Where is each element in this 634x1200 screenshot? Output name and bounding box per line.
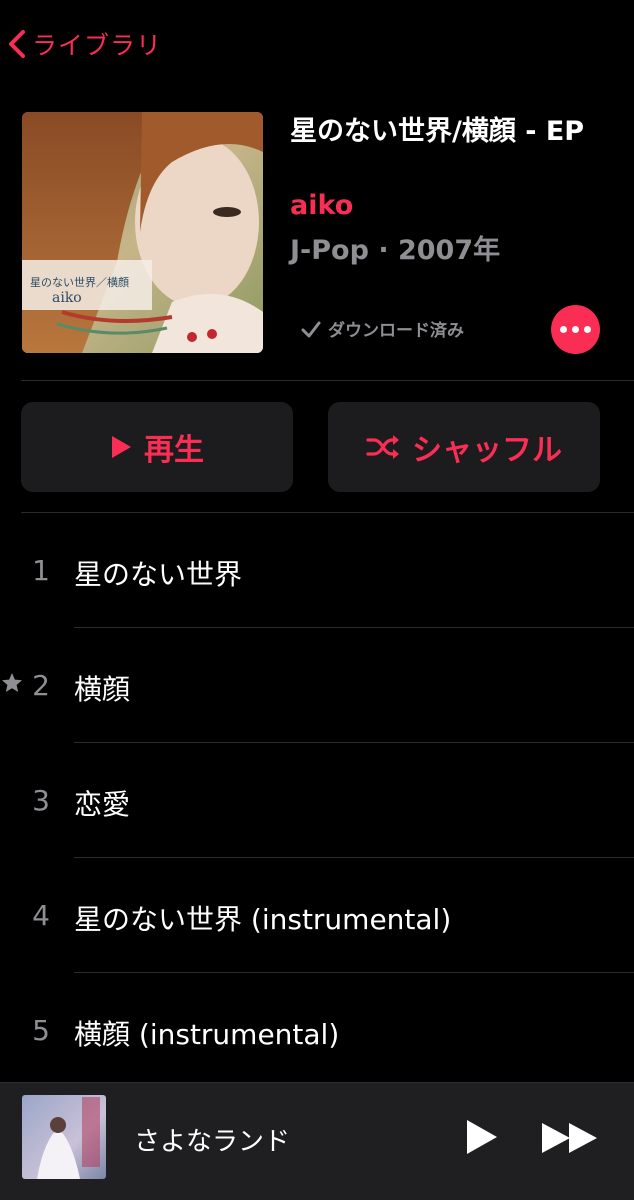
- track-row[interactable]: 3 恋愛: [0, 743, 634, 858]
- play-label: 再生: [144, 433, 204, 468]
- shuffle-button[interactable]: シャッフル: [328, 402, 600, 492]
- checkmark-icon: [301, 321, 321, 337]
- shuffle-label: シャッフル: [412, 433, 562, 468]
- track-number: 4: [32, 899, 50, 932]
- play-button[interactable]: 再生: [21, 402, 293, 492]
- track-number: 3: [32, 784, 50, 817]
- track-row[interactable]: 2 横顔: [0, 628, 634, 743]
- now-playing-title: さよなランド: [134, 1127, 291, 1157]
- star-icon: [2, 673, 22, 692]
- back-label: ライブラリ: [32, 31, 163, 60]
- play-icon[interactable]: [461, 1117, 501, 1157]
- chevron-left-icon: [9, 30, 25, 58]
- track-title: 星のない世界: [74, 558, 243, 591]
- album-artwork: 星のない世界／横顔 aiko: [22, 112, 263, 353]
- album-genre-year: J-Pop · 2007年: [290, 235, 501, 266]
- album-artist-link[interactable]: aiko: [290, 190, 353, 221]
- ellipsis-icon: [560, 326, 567, 333]
- play-icon: [112, 436, 131, 458]
- album-page: ライブラリ 星のない世界／横顔 aiko 星のない世界/横顔 - EP aiko…: [0, 0, 634, 1200]
- artwork-caption: 星のない世界／横顔: [30, 276, 129, 289]
- fast-forward-icon[interactable]: [540, 1119, 600, 1157]
- album-title: 星のない世界/横顔 - EP: [290, 116, 585, 147]
- mini-player[interactable]: さよなランド: [0, 1082, 634, 1200]
- back-button[interactable]: ライブラリ: [4, 24, 162, 64]
- artwork-artist: aiko: [52, 290, 82, 306]
- more-options-button[interactable]: [551, 305, 600, 354]
- track-title: 横顔: [74, 673, 131, 706]
- track-number: 1: [32, 554, 50, 587]
- shuffle-icon: [366, 435, 399, 459]
- track-row[interactable]: 5 横顔 (instrumental): [0, 973, 634, 1088]
- track-title: 横顔 (instrumental): [74, 1018, 340, 1051]
- download-status: ダウンロード済み: [300, 316, 464, 341]
- download-status-label: ダウンロード済み: [328, 321, 464, 341]
- track-title: 恋愛: [74, 788, 131, 821]
- track-row[interactable]: 4 星のない世界 (instrumental): [0, 858, 634, 973]
- track-title: 星のない世界 (instrumental): [74, 903, 452, 936]
- divider: [21, 380, 634, 381]
- track-number: 5: [32, 1014, 50, 1047]
- track-number: 2: [32, 669, 50, 702]
- track-row[interactable]: 1 星のない世界: [0, 513, 634, 628]
- now-playing-artwork: [22, 1095, 106, 1179]
